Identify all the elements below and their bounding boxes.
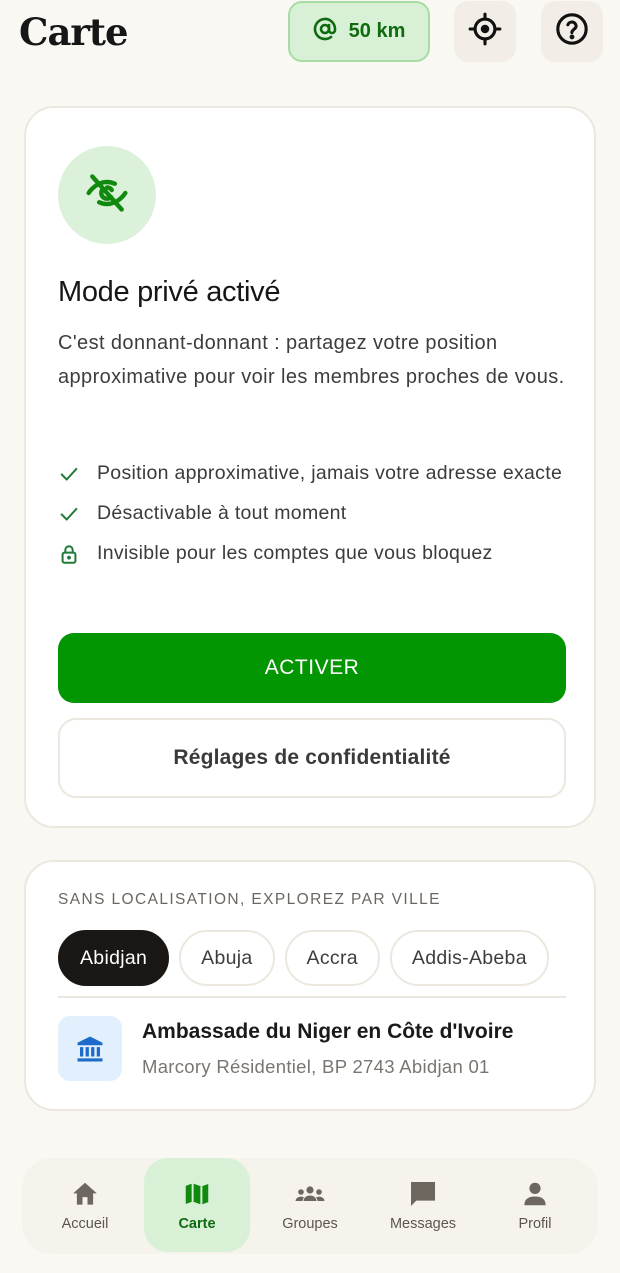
privacy-settings-button[interactable]: Réglages de confidentialité: [58, 718, 566, 798]
city-chip-abidjan[interactable]: Abidjan: [58, 930, 170, 986]
city-chip-list[interactable]: Abidjan Abuja Accra Addis-Abeba: [58, 930, 566, 988]
map-icon: [181, 1178, 213, 1210]
place-name: Ambassade du Niger en Côte d'Ivoire: [142, 1020, 514, 1043]
nav-item-carte[interactable]: Carte: [144, 1158, 250, 1252]
lock-icon: [58, 543, 80, 565]
page-title: Carte: [19, 10, 129, 54]
city-chip-abuja[interactable]: Abuja: [179, 930, 275, 986]
crosshair-icon: [468, 12, 502, 51]
nav-label: Profil: [518, 1216, 552, 1232]
eye-off-icon: [85, 171, 129, 220]
bank-icon: [58, 1016, 122, 1081]
home-icon: [69, 1178, 101, 1210]
check-icon: [58, 463, 80, 485]
feature-text: Position approximative, jamais votre adr…: [97, 462, 563, 484]
nav-label: Accueil: [61, 1216, 109, 1232]
feature-text: Désactivable à tout moment: [97, 502, 347, 524]
nav-item-messages[interactable]: Messages: [370, 1158, 476, 1252]
at-sign-icon: [313, 17, 337, 47]
city-chip-addis-abeba[interactable]: Addis-Abeba: [389, 930, 549, 986]
bottom-navigation: Accueil Carte Groupes Messages Profil: [22, 1158, 598, 1254]
private-mode-card: Mode privé activé C'est donnant-donnant …: [24, 106, 596, 828]
feature-list: Position approximative, jamais votre adr…: [58, 460, 568, 567]
nav-label: Messages: [389, 1216, 457, 1232]
radius-filter-button[interactable]: 50 km: [288, 1, 430, 62]
nav-label: Groupes: [282, 1216, 338, 1232]
explore-heading: SANS LOCALISATION, EXPLOREZ PAR VILLE: [58, 891, 441, 908]
place-address: Marcory Résidentiel, BP 2743 Abidjan 01: [142, 1056, 490, 1077]
private-mode-description: C'est donnant-donnant : partagez votre p…: [58, 332, 565, 388]
place-list-item[interactable]: Ambassade du Niger en Côte d'Ivoire Marc…: [58, 1016, 566, 1082]
eye-off-icon-badge: [58, 146, 156, 244]
help-circle-icon: [555, 12, 589, 51]
explore-by-city-card: SANS LOCALISATION, EXPLOREZ PAR VILLE Ab…: [24, 860, 596, 1111]
chat-icon: [407, 1178, 439, 1210]
help-button[interactable]: [541, 1, 603, 62]
nav-item-groupes[interactable]: Groupes: [257, 1158, 363, 1252]
nav-label: Carte: [178, 1216, 216, 1232]
locate-button[interactable]: [454, 1, 516, 62]
nav-item-accueil[interactable]: Accueil: [32, 1158, 138, 1252]
groups-icon: [294, 1178, 326, 1210]
feature-item: Invisible pour les comptes que vous bloq…: [58, 540, 568, 567]
private-mode-title: Mode privé activé: [58, 276, 281, 308]
city-chip-accra[interactable]: Accra: [284, 930, 380, 986]
activate-button[interactable]: ACTIVER: [58, 633, 566, 703]
feature-item: Position approximative, jamais votre adr…: [58, 460, 568, 487]
user-icon: [519, 1178, 551, 1210]
top-bar: Carte 50 km: [0, 0, 620, 64]
feature-text: Invisible pour les comptes que vous bloq…: [97, 542, 493, 564]
nav-item-profil[interactable]: Profil: [482, 1158, 588, 1252]
check-icon: [58, 503, 80, 525]
radius-label: 50 km: [348, 20, 406, 42]
divider: [58, 996, 566, 998]
feature-item: Désactivable à tout moment: [58, 500, 568, 527]
